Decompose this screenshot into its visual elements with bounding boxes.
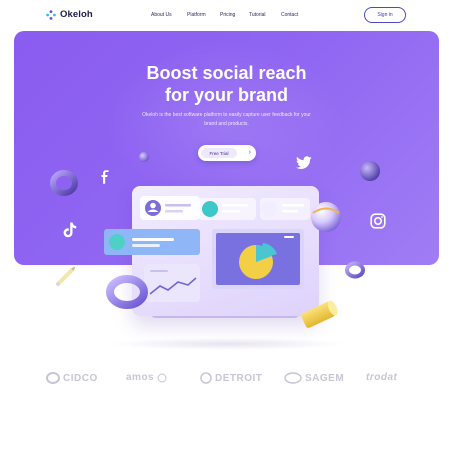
nav-contact[interactable]: Contact [281, 12, 298, 18]
brand-name: Okeloh [60, 9, 93, 20]
brand-name-sagem: SAGEM [305, 372, 345, 384]
brand-name-detroit: DETROIT [215, 372, 263, 384]
instagram-icon[interactable] [370, 213, 386, 229]
floating-card [104, 229, 200, 255]
tiktok-icon[interactable] [63, 222, 77, 238]
ring-decoration [345, 261, 365, 279]
pencil-decoration [55, 266, 76, 287]
hero-title: Boost social reach for your brand [14, 62, 439, 106]
ring-decoration [50, 170, 78, 196]
brand-name-trodat: trodat [366, 372, 398, 383]
partner-logos: CIDCO amos DETROIT SAGEM trodat [0, 368, 453, 392]
hero-title-line2: for your brand [164, 85, 288, 105]
nav-pricing[interactable]: Pricing [220, 12, 235, 18]
brand-logo-detroit: DETROIT [200, 372, 262, 384]
brand-logo-trodat: trodat [366, 372, 397, 383]
ring-decoration [106, 275, 148, 309]
site-header: Okeloh About Us Platform Pricing Tutoria… [0, 0, 453, 30]
free-trial-label: Free Trial [201, 148, 237, 158]
sagem-logo-icon [284, 372, 302, 384]
sphere-decoration [360, 161, 380, 181]
brand-logo-amos: amos [126, 372, 167, 383]
landing-page: Okeloh About Us Platform Pricing Tutoria… [0, 0, 453, 453]
facebook-icon[interactable] [99, 170, 111, 184]
registered-icon [157, 373, 167, 382]
brand-logo[interactable]: Okeloh [46, 9, 93, 20]
brand-logo-cidco: CIDCO [46, 372, 98, 384]
brand-logo-sagem: SAGEM [284, 372, 344, 384]
detroit-logo-icon [200, 372, 212, 384]
sphere-decoration [139, 152, 149, 162]
free-trial-button[interactable]: Free Trial › [198, 145, 256, 161]
nav-tutorial[interactable]: Tutorial [249, 12, 266, 18]
logo-icon [46, 9, 56, 20]
cylinder-decoration [301, 300, 338, 328]
hero-subtitle: Okeloh is the best software platform to … [142, 112, 311, 127]
hero-title-line1: Boost social reach [146, 63, 307, 83]
cidco-logo-icon [46, 372, 60, 384]
nav-about-us[interactable]: About Us [151, 12, 172, 18]
brand-name-amos: amos [126, 372, 155, 383]
brand-name-cidco: CIDCO [63, 372, 98, 384]
sphere-decoration [311, 202, 341, 232]
twitter-icon[interactable] [296, 156, 312, 170]
chevron-right-icon: › [248, 149, 251, 156]
illustration-shadow [110, 338, 345, 350]
sign-in-button[interactable]: Sign in [364, 7, 406, 23]
nav-platform[interactable]: Platform [187, 12, 206, 18]
